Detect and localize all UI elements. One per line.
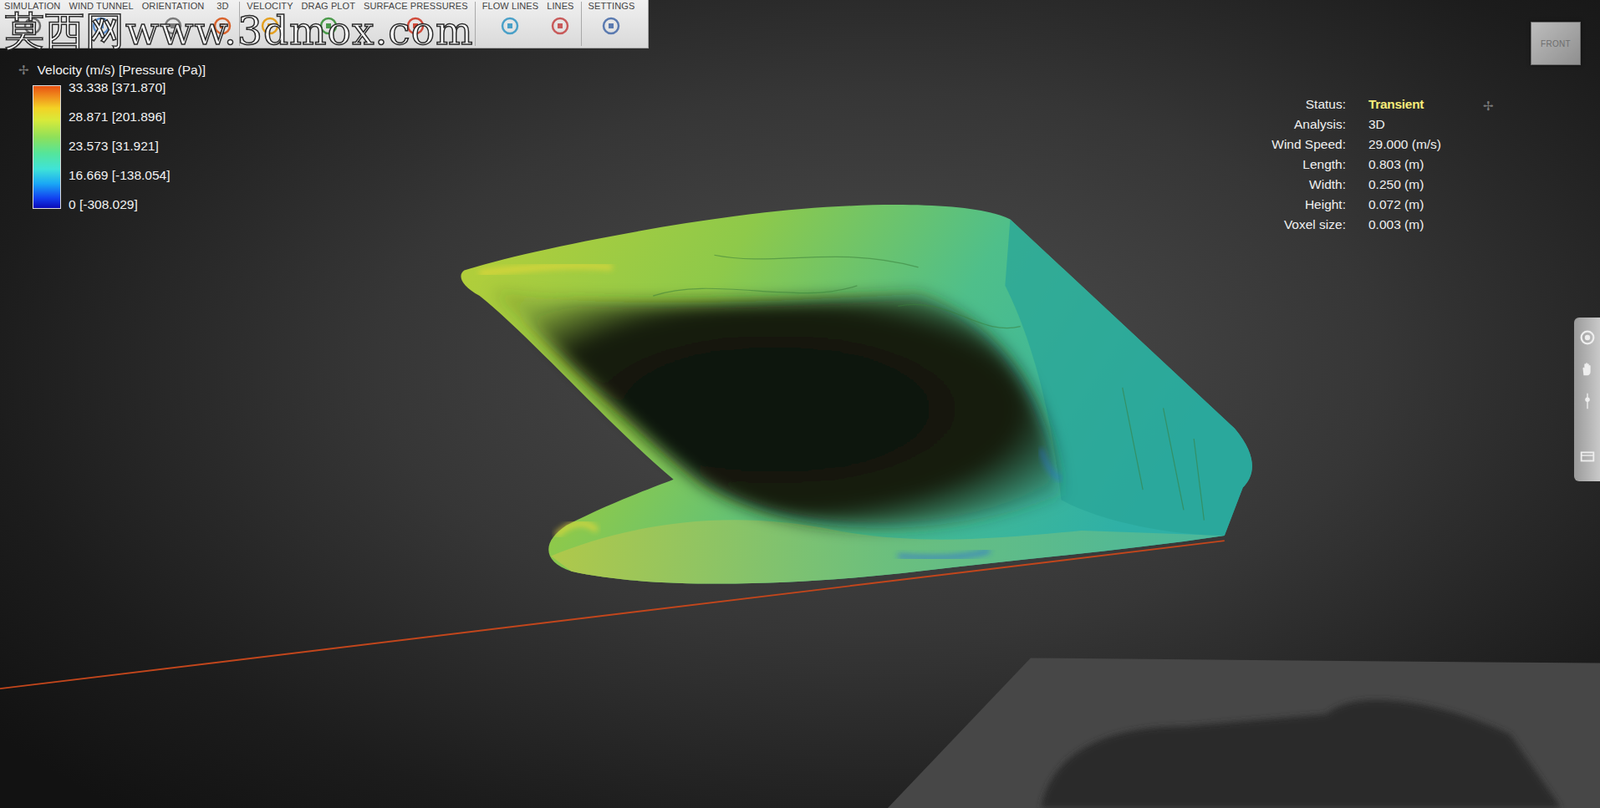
orbit-icon [1578, 328, 1597, 347]
legend-title: Velocity (m/s) [Pressure (Pa)] [37, 62, 207, 78]
watermark: 莫西网www.3dmox.com [5, 5, 474, 58]
legend-stop: 16.669 [-138.054] [68, 168, 171, 184]
info-value: 0.803 (m) [1368, 157, 1442, 173]
info-label: Analysis: [1228, 117, 1346, 133]
toolbar-separator [239, 1, 240, 46]
toolbar-tab[interactable]: 3D [208, 0, 237, 48]
info-label: Width: [1228, 177, 1346, 193]
tool-icon [550, 15, 571, 36]
tool-icon [163, 15, 184, 36]
legend-stop: 33.338 [371.870] [68, 80, 171, 96]
info-value: 29.000 (m/s) [1368, 137, 1442, 153]
tool-icon [318, 15, 339, 36]
tool-icon [601, 15, 622, 36]
tool-icon [22, 15, 43, 36]
nav-button[interactable] [1577, 446, 1598, 467]
tool-icon [91, 15, 112, 36]
toolbar-tab[interactable]: ORIENTATION [137, 0, 209, 48]
toolbar-tab[interactable]: LINES [542, 0, 578, 48]
toolbar-tab[interactable]: SIMULATION [0, 0, 65, 48]
info-label: Height: [1228, 197, 1346, 213]
move-icon[interactable]: ✢ [1482, 98, 1494, 114]
nav-button[interactable] [1577, 327, 1598, 348]
nav-button[interactable] [1577, 359, 1598, 380]
toolbar-tab[interactable]: FLOW LINES [478, 0, 544, 48]
info-label: Voxel size: [1228, 217, 1346, 233]
tool-icon [405, 15, 426, 36]
film-icon [1578, 447, 1597, 466]
toolbar-separator [580, 1, 582, 46]
nav-button[interactable] [1577, 391, 1598, 412]
info-label: Status: [1228, 96, 1346, 113]
legend-stop: 23.573 [31.921] [68, 138, 171, 154]
analysis-info: Status: Transient Analysis: 3D Wind Speed: 29… [1228, 96, 1442, 233]
view-cube[interactable]: FRONT [1530, 21, 1581, 66]
info-label: Wind Speed: [1228, 137, 1346, 153]
info-value: 0.250 (m) [1368, 177, 1442, 193]
scene-model [0, 0, 1600, 808]
move-icon[interactable]: ✢ [18, 62, 30, 78]
navigation-bar [1574, 317, 1600, 482]
legend-stop: 28.871 [201.896] [68, 109, 171, 125]
color-scale [32, 85, 62, 209]
tool-icon [499, 15, 520, 36]
toolbar-separator [474, 1, 476, 46]
viewport[interactable]: SIMULATIONWIND TUNNELORIENTATION3DVELOCI… [0, 0, 1600, 808]
tool-icon [212, 15, 233, 36]
toolbar-tab[interactable]: SURFACE PRESSURES [359, 0, 473, 48]
info-value: Transient [1368, 96, 1442, 113]
legend-stop: 0 [-308.029] [68, 197, 171, 213]
toolbar-tab[interactable]: VELOCITY [242, 0, 297, 48]
info-value: 0.072 (m) [1368, 197, 1442, 213]
info-label: Length: [1228, 157, 1346, 173]
info-value: 0.003 (m) [1368, 217, 1442, 233]
toolbar-tab[interactable]: WIND TUNNEL [64, 0, 138, 48]
toolbar-tab[interactable]: DRAG PLOT [297, 0, 360, 48]
zoom-slider-icon [1578, 392, 1597, 411]
toolbar-tab[interactable]: SETTINGS [584, 0, 640, 48]
velocity-legend[interactable]: ✢ Velocity (m/s) [Pressure (Pa)] 33.338 [3… [18, 62, 206, 213]
info-value: 3D [1368, 117, 1442, 133]
pan-hand-icon [1578, 360, 1597, 379]
ribbon-toolbar: SIMULATIONWIND TUNNELORIENTATION3DVELOCI… [0, 0, 649, 49]
tool-icon [259, 15, 281, 36]
